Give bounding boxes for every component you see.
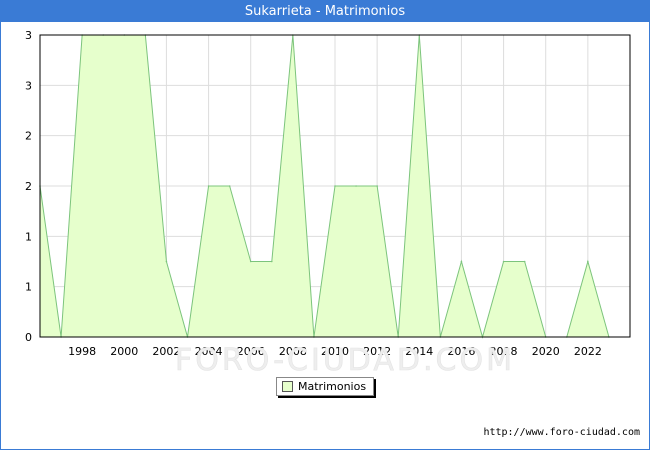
y-tick-label: 3 [25, 79, 32, 92]
data-point [376, 185, 378, 187]
y-tick-label: 2 [25, 180, 32, 193]
watermark-text: FORO-CIUDAD.COM [175, 343, 515, 378]
y-tick-label: 2 [25, 130, 32, 143]
legend-swatch [282, 381, 293, 392]
data-point [165, 260, 168, 263]
x-tick-label: 2020 [532, 345, 560, 358]
data-point [270, 260, 273, 263]
footer-url: http://www.foro-ciudad.com [483, 427, 640, 438]
y-tick-label: 3 [25, 29, 32, 42]
data-point [249, 260, 252, 263]
data-point [355, 185, 357, 187]
data-point [587, 260, 589, 263]
x-tick-label: 1998 [68, 345, 96, 358]
y-tick-label: 1 [25, 281, 32, 294]
x-tick-label: 2000 [110, 345, 138, 358]
data-point [207, 185, 210, 187]
data-point [502, 260, 505, 263]
y-tick-label: 1 [25, 230, 32, 243]
data-point [523, 260, 526, 263]
legend: Matrimonios [276, 377, 374, 396]
y-tick-label: 0 [25, 331, 32, 344]
x-tick-label: 2022 [574, 345, 602, 358]
legend-label: Matrimonios [298, 380, 367, 393]
data-point [228, 185, 231, 187]
data-point [460, 260, 463, 263]
data-point [334, 185, 336, 187]
